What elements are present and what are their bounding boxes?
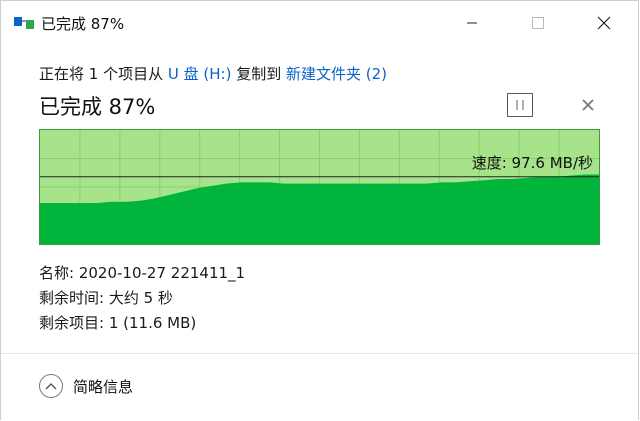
minimize-button[interactable] [449, 7, 495, 39]
copy-transfer-icon [14, 17, 34, 29]
less-details-button[interactable]: 简略信息 [39, 374, 133, 398]
cancel-button[interactable] [578, 95, 598, 115]
items-remaining-row: 剩余项目: 1 (11.6 MB) [39, 311, 245, 336]
source-link[interactable]: U 盘 (H:) [168, 65, 232, 83]
footer: 简略信息 [1, 354, 638, 421]
close-button[interactable] [581, 7, 627, 39]
close-icon [597, 16, 611, 30]
time-remaining-label: 剩余时间: [39, 289, 105, 307]
minimize-icon [467, 22, 477, 24]
file-copy-dialog: 已完成 87% 正在将 1 个项目从 U 盘 (H:) 复制到 新建文件夹 (2… [0, 0, 639, 421]
speed-history-area [40, 174, 599, 244]
time-remaining-value: 大约 5 秒 [108, 289, 173, 307]
pause-button[interactable] [507, 93, 533, 117]
maximize-icon [532, 17, 544, 29]
name-label: 名称: [39, 264, 75, 282]
name-value: 2020-10-27 221411_1 [78, 264, 246, 282]
transfer-prefix: 正在将 1 个项目从 [39, 65, 164, 83]
items-remaining-value: 1 (11.6 MB) [108, 314, 197, 332]
chevron-up-icon [39, 374, 63, 398]
speed-graph-canvas [40, 130, 599, 244]
transfer-middle: 复制到 [236, 65, 282, 83]
pause-icon [516, 100, 524, 110]
title-bar: 已完成 87% [1, 1, 638, 45]
maximize-button[interactable] [515, 7, 561, 39]
speed-label: 速度: 97.6 MB/秒 [471, 154, 593, 172]
transfer-description: 正在将 1 个项目从 U 盘 (H:) 复制到 新建文件夹 (2) [39, 63, 387, 84]
progress-title: 已完成 87% [39, 95, 156, 119]
speed-graph: 速度: 97.6 MB/秒 [39, 129, 600, 245]
details-panel: 名称: 2020-10-27 221411_1 剩余时间: 大约 5 秒 剩余项… [39, 261, 245, 336]
window-title: 已完成 87% [41, 15, 125, 33]
time-remaining-row: 剩余时间: 大约 5 秒 [39, 286, 245, 311]
close-icon [582, 99, 594, 111]
destination-link[interactable]: 新建文件夹 (2) [286, 65, 387, 83]
items-remaining-label: 剩余项目: [39, 314, 105, 332]
less-details-label: 简略信息 [73, 377, 134, 396]
name-row: 名称: 2020-10-27 221411_1 [39, 261, 245, 286]
